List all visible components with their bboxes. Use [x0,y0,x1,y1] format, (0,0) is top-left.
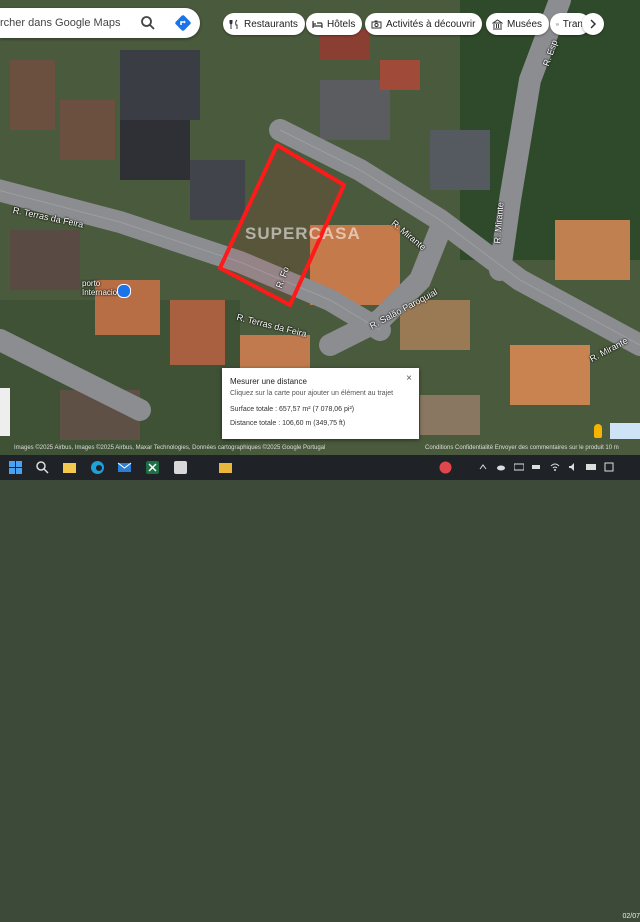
excel-icon[interactable] [145,460,160,475]
start-icon[interactable] [8,460,23,475]
search-box [0,8,200,38]
volume-icon[interactable] [568,462,578,472]
notification-icon[interactable] [604,462,614,472]
chip-label: Musées [507,18,543,30]
chip-label: Tran [562,18,583,30]
language-icon[interactable] [586,462,596,472]
file-explorer-icon[interactable] [62,460,77,475]
map-footer-links[interactable]: Conditions Confidentialité Envoyer des c… [425,445,619,451]
pegman-icon[interactable] [594,424,602,438]
search-icon[interactable] [140,15,156,31]
chip-museums[interactable]: Musées [486,13,550,35]
word-icon[interactable] [173,460,188,475]
chevron-up-icon[interactable] [478,462,488,472]
edge-icon[interactable] [90,460,105,475]
measure-distance: Distance totale : 106,60 m (349,75 ft) [230,420,346,427]
museum-icon [492,18,503,29]
poi-marker-icon[interactable] [117,284,131,298]
map-layer-control[interactable] [0,388,10,436]
battery-icon[interactable] [532,462,542,472]
keyboard-icon[interactable] [514,462,524,472]
cloud-icon[interactable] [496,462,506,472]
layers-button[interactable] [610,423,640,439]
close-icon[interactable]: × [406,373,412,384]
camera-icon [371,20,382,28]
chip-activities[interactable]: Activités à découvrir [365,13,483,35]
measure-distance-panel: Mesurer une distance × Cliquez sur la ca… [222,368,419,439]
media-icon[interactable] [438,460,453,475]
search-input[interactable] [0,8,130,38]
map-credits: Images ©2025 Airbus, Images ©2025 Airbus… [14,445,326,451]
taskbar: 02/07 [0,455,640,920]
taskbar-clock[interactable]: 02/07 [620,912,640,922]
folder-icon[interactable] [218,460,233,475]
chip-label: Activités à découvrir [386,18,476,30]
measure-title: Mesurer une distance [230,377,307,386]
mail-icon[interactable] [117,460,132,475]
hotel-icon [312,20,323,28]
chips-next-button[interactable] [582,13,604,35]
chip-restaurants[interactable]: Restaurants [223,13,305,35]
poi-label[interactable]: porto Internacional [82,279,128,297]
watermark-text: SUPERCASA [245,224,361,243]
chip-hotels[interactable]: Hôtels [306,13,363,35]
restaurant-icon [229,19,238,29]
transit-icon [556,22,559,26]
chevron-right-icon [590,19,597,29]
chip-label: Hôtels [327,18,356,30]
chip-label: Restaurants [244,18,298,30]
search-icon[interactable] [35,460,50,475]
measure-area: Surface totale : 657,57 m² (7 078,06 pi²… [230,406,355,413]
measure-hint: Cliquez sur la carte pour ajouter un élé… [230,390,394,397]
wifi-icon[interactable] [550,462,560,472]
directions-icon[interactable] [173,13,193,33]
